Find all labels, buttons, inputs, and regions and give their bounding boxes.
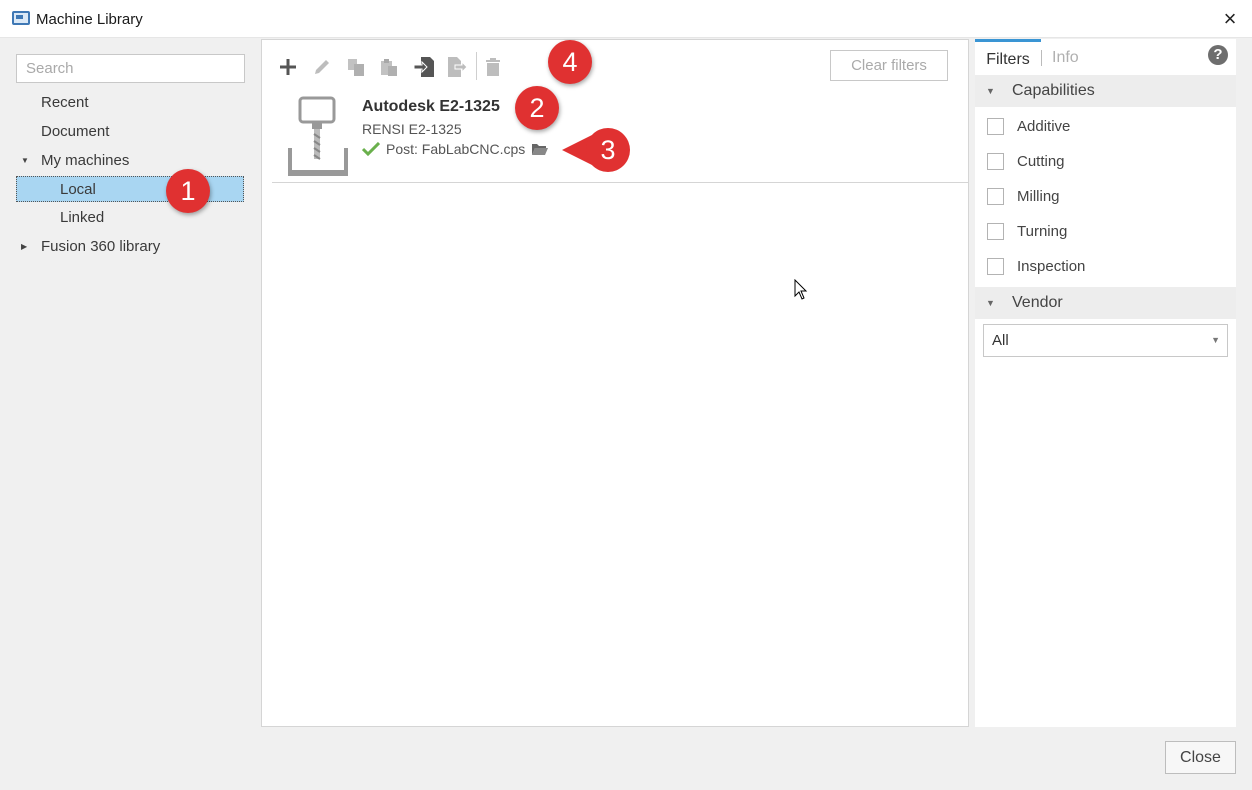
milling-machine-icon bbox=[288, 96, 348, 176]
window-close-button[interactable]: × bbox=[1214, 4, 1246, 34]
checkbox[interactable] bbox=[987, 118, 1004, 135]
tab-info[interactable]: Info bbox=[1052, 39, 1079, 71]
checkbox[interactable] bbox=[987, 188, 1004, 205]
search-input[interactable] bbox=[16, 54, 245, 83]
vendor-label: Vendor bbox=[1012, 294, 1063, 311]
import-icon bbox=[413, 57, 434, 77]
window-title: Machine Library bbox=[36, 11, 143, 28]
capabilities-label: Capabilities bbox=[1012, 82, 1095, 99]
capability-label: Additive bbox=[1017, 118, 1071, 135]
export-machine-button[interactable] bbox=[445, 55, 469, 79]
post-processor-label: Post: FabLabCNC.cps bbox=[386, 141, 526, 157]
collapsed-arrow-icon[interactable]: ▶ bbox=[21, 234, 27, 260]
paste-machine-button[interactable] bbox=[377, 55, 401, 79]
tree-item-linked[interactable]: Linked bbox=[60, 205, 104, 231]
export-icon bbox=[448, 57, 468, 77]
add-icon bbox=[280, 59, 296, 75]
expanded-arrow-icon: ▼ bbox=[986, 298, 995, 308]
post-processor-line: Post: FabLabCNC.cps bbox=[362, 141, 549, 157]
machine-library-app-icon bbox=[12, 11, 30, 25]
edit-machine-button[interactable] bbox=[310, 55, 334, 79]
vendor-dropdown[interactable]: All ▼ bbox=[983, 324, 1228, 357]
title-bar: Machine Library × bbox=[0, 0, 1252, 38]
expanded-arrow-icon[interactable]: ▼ bbox=[21, 148, 29, 174]
vendor-section-header[interactable]: ▼ Vendor bbox=[975, 287, 1236, 319]
help-icon[interactable]: ? bbox=[1208, 45, 1228, 65]
add-machine-button[interactable] bbox=[276, 55, 300, 79]
tree-item-document[interactable]: Document bbox=[41, 119, 109, 145]
tab-filters[interactable]: Filters bbox=[975, 39, 1041, 71]
vendor-selected-value: All bbox=[992, 332, 1009, 349]
copy-machine-button[interactable] bbox=[344, 55, 368, 79]
checkbox[interactable] bbox=[987, 223, 1004, 240]
clear-filters-button[interactable]: Clear filters bbox=[830, 50, 948, 81]
capability-label: Inspection bbox=[1017, 258, 1086, 275]
import-machine-button[interactable] bbox=[412, 55, 436, 79]
callout-number: 3 bbox=[600, 135, 616, 165]
machine-name: Autodesk E2-1325 bbox=[362, 98, 500, 115]
toolbar-separator bbox=[476, 52, 477, 80]
checkbox[interactable] bbox=[987, 153, 1004, 170]
capability-label: Cutting bbox=[1017, 153, 1065, 170]
close-button[interactable]: Close bbox=[1165, 741, 1236, 774]
expanded-arrow-icon: ▼ bbox=[986, 86, 995, 96]
tree-item-my-machines[interactable]: My machines bbox=[41, 148, 129, 174]
callout-badge-2: 2 bbox=[515, 86, 559, 130]
callout-badge-4: 4 bbox=[548, 40, 592, 84]
tree-item-recent[interactable]: Recent bbox=[41, 90, 89, 116]
capability-label: Turning bbox=[1017, 223, 1068, 240]
filters-panel: Filters Info ? ▼ Capabilities Additive C… bbox=[975, 39, 1236, 727]
paste-icon bbox=[381, 59, 397, 76]
checkbox[interactable] bbox=[987, 258, 1004, 275]
delete-machine-button[interactable] bbox=[481, 55, 505, 79]
chevron-down-icon: ▼ bbox=[1211, 335, 1220, 345]
tab-divider bbox=[1041, 50, 1042, 66]
machine-model: RENSI E2-1325 bbox=[362, 121, 462, 137]
callout-badge-1: 1 bbox=[166, 169, 210, 213]
capability-label: Milling bbox=[1017, 188, 1060, 205]
copy-icon bbox=[348, 59, 364, 76]
folder-icon[interactable] bbox=[531, 142, 549, 156]
capabilities-section-header[interactable]: ▼ Capabilities bbox=[975, 75, 1236, 107]
callout-badge-3: 3 bbox=[560, 128, 632, 174]
edit-icon bbox=[315, 60, 329, 74]
mouse-cursor-icon bbox=[794, 279, 808, 300]
delete-icon bbox=[486, 58, 500, 76]
checkmark-icon bbox=[362, 142, 380, 156]
library-tree-panel: Recent Document ▼ My machines Local Link… bbox=[0, 39, 260, 729]
tree-item-fusion-360-library[interactable]: Fusion 360 library bbox=[41, 234, 160, 260]
